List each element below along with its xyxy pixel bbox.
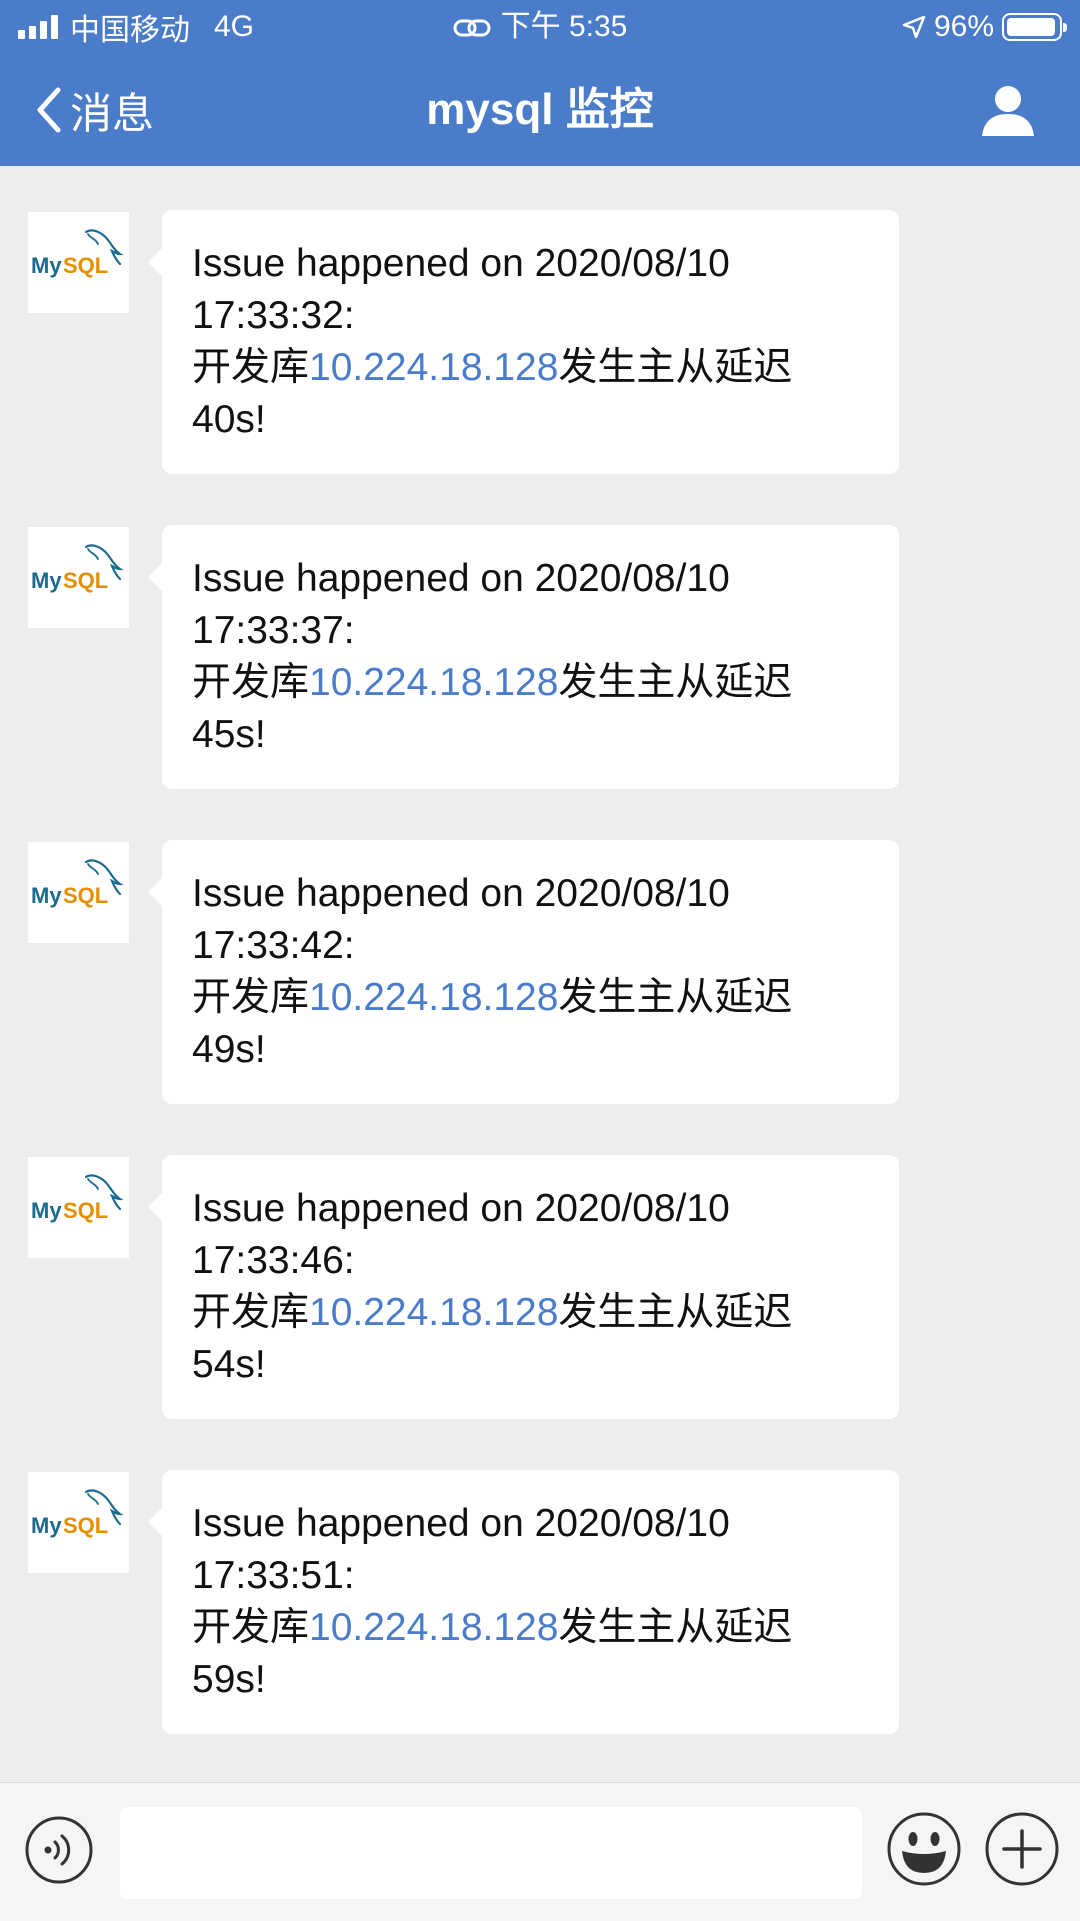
message-line-3: 开发库10.224.18.128发生主从延迟: [192, 657, 871, 709]
mysql-logo-my: My: [31, 883, 62, 908]
message-prefix: 开发库: [192, 1291, 310, 1334]
message-prefix: 开发库: [192, 976, 310, 1019]
message-delay: 49s!: [192, 1028, 266, 1071]
message-line-3: 开发库10.224.18.128发生主从延迟: [192, 1602, 871, 1654]
mysql-logo-icon: My SQL: [31, 859, 124, 908]
link-icon: [453, 19, 491, 37]
message-suffix: 发生主从延迟: [558, 661, 793, 704]
message-item: My SQL Issue happened on 2020/08/10 17:3…: [0, 525, 1080, 789]
mysql-logo-icon: My SQL: [31, 1174, 124, 1223]
message-timestamp: 17:33:46:: [192, 1239, 355, 1282]
message-suffix: 发生主从延迟: [558, 346, 793, 389]
mysql-logo-icon: My SQL: [31, 229, 124, 278]
avatar[interactable]: My SQL: [28, 1157, 129, 1258]
mysql-logo-my: My: [31, 253, 62, 278]
message-prefix: 开发库: [192, 661, 310, 704]
ip-link[interactable]: 10.224.18.128: [309, 976, 558, 1019]
message-input[interactable]: [120, 1807, 862, 1899]
mysql-logo-sql: SQL: [63, 1513, 108, 1538]
message-line-1: Issue happened on 2020/08/10: [192, 872, 730, 915]
message-suffix: 发生主从延迟: [558, 1291, 793, 1334]
message-timestamp: 17:33:32:: [192, 294, 355, 337]
message-line-3: 开发库10.224.18.128发生主从延迟: [192, 1287, 871, 1339]
location-arrow-icon: [902, 15, 926, 39]
battery-icon: [1002, 13, 1067, 41]
message-delay: 59s!: [192, 1658, 266, 1701]
message-prefix: 开发库: [192, 1606, 310, 1649]
message-bubble[interactable]: Issue happened on 2020/08/10 17:33:32: 开…: [148, 210, 899, 474]
message-line-1: Issue happened on 2020/08/10: [192, 1502, 730, 1545]
ip-link[interactable]: 10.224.18.128: [309, 1291, 558, 1334]
page-title: mysql 监控: [426, 85, 654, 134]
avatar[interactable]: My SQL: [28, 527, 129, 628]
mysql-logo-sql: SQL: [63, 883, 108, 908]
message-item: My SQL Issue happened on 2020/08/10 17:3…: [0, 1155, 1080, 1419]
message-delay: 54s!: [192, 1343, 266, 1386]
message-list: My SQL Issue happened on 2020/08/10 17:3…: [0, 210, 1080, 1785]
message-suffix: 发生主从延迟: [558, 1606, 793, 1649]
ip-link[interactable]: 10.224.18.128: [309, 1606, 558, 1649]
battery-fill: [1007, 18, 1055, 36]
mysql-logo-icon: My SQL: [31, 1489, 124, 1538]
message-bubble[interactable]: Issue happened on 2020/08/10 17:33:37: 开…: [148, 525, 899, 789]
message-timestamp: 17:33:51:: [192, 1554, 355, 1597]
message-line-1: Issue happened on 2020/08/10: [192, 557, 730, 600]
mysql-logo-my: My: [31, 1198, 62, 1223]
nav-bar: 消息 mysql 监控: [0, 54, 1080, 166]
message-suffix: 发生主从延迟: [558, 976, 793, 1019]
ip-link[interactable]: 10.224.18.128: [309, 661, 558, 704]
message-line-1: Issue happened on 2020/08/10: [192, 242, 730, 285]
avatar[interactable]: My SQL: [28, 212, 129, 313]
mysql-logo-my: My: [31, 568, 62, 593]
message-timestamp: 17:33:37:: [192, 609, 355, 652]
mysql-logo-sql: SQL: [63, 253, 108, 278]
message-bubble[interactable]: Issue happened on 2020/08/10 17:33:42: 开…: [148, 840, 899, 1104]
message-prefix: 开发库: [192, 346, 310, 389]
message-bubble[interactable]: Issue happened on 2020/08/10 17:33:51: 开…: [148, 1470, 899, 1734]
voice-icon[interactable]: [24, 1815, 94, 1885]
message-line-3: 开发库10.224.18.128发生主从延迟: [192, 342, 871, 394]
message-line-3: 开发库10.224.18.128发生主从延迟: [192, 972, 871, 1024]
message-delay: 40s!: [192, 398, 266, 441]
mysql-logo-my: My: [31, 1513, 62, 1538]
message-bubble[interactable]: Issue happened on 2020/08/10 17:33:46: 开…: [148, 1155, 899, 1419]
plus-icon[interactable]: [984, 1811, 1060, 1887]
battery-percent: 96%: [933, 10, 994, 43]
message-item: My SQL Issue happened on 2020/08/10 17:3…: [0, 1470, 1080, 1734]
avatar[interactable]: My SQL: [28, 842, 129, 943]
emoji-icon[interactable]: [886, 1811, 962, 1887]
status-bar: 中国移动 4G 下午 5:35 96%: [0, 0, 1080, 54]
input-bar: [0, 1782, 1080, 1921]
message-item: My SQL Issue happened on 2020/08/10 17:3…: [0, 840, 1080, 1104]
status-time: 下午 5:35: [500, 10, 628, 43]
message-timestamp: 17:33:42:: [192, 924, 355, 967]
mysql-logo-icon: My SQL: [31, 544, 124, 593]
status-right: 96%: [902, 10, 1067, 44]
message-delay: 45s!: [192, 713, 266, 756]
avatar[interactable]: My SQL: [28, 1472, 129, 1573]
message-item: My SQL Issue happened on 2020/08/10 17:3…: [0, 210, 1080, 474]
ip-link[interactable]: 10.224.18.128: [309, 346, 558, 389]
app-header: 中国移动 4G 下午 5:35 96% 消息 mysql 监控: [0, 0, 1080, 166]
message-line-1: Issue happened on 2020/08/10: [192, 1187, 730, 1230]
mysql-logo-sql: SQL: [63, 568, 108, 593]
mysql-logo-sql: SQL: [63, 1198, 108, 1223]
user-icon[interactable]: [980, 82, 1036, 138]
